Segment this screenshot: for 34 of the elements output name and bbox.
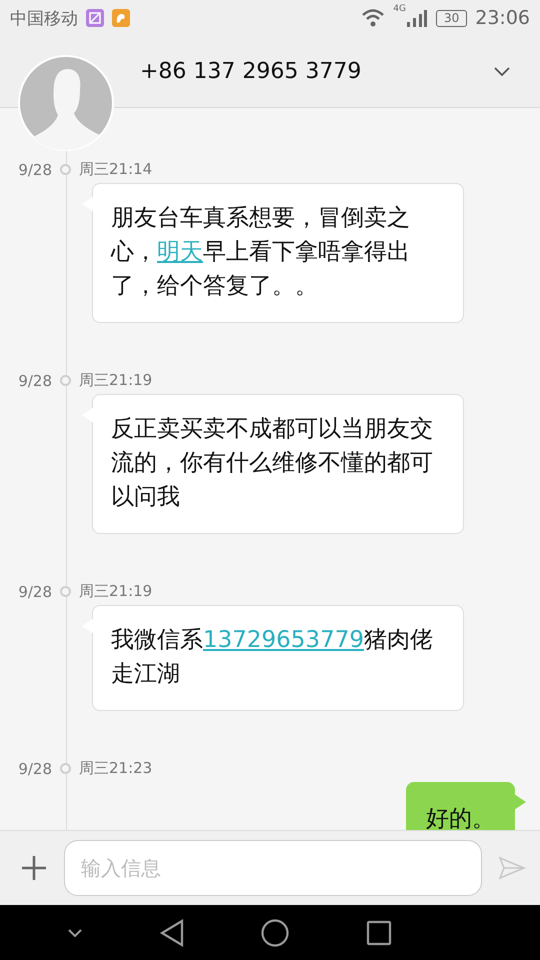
network-type: 4G xyxy=(393,4,406,14)
carrier-name: 中国移动 xyxy=(10,8,78,30)
timeline-dot xyxy=(60,375,71,386)
squirrel-icon xyxy=(112,9,130,27)
back-icon[interactable] xyxy=(158,918,185,946)
home-icon[interactable] xyxy=(261,918,290,946)
message-text: 我微信系13729653779猪肉佬走江湖 xyxy=(111,626,434,689)
message-time: 周三21:19 xyxy=(79,371,152,390)
message-text: 反正卖买卖不成都可以当朋友交流的，你有什么维修不懂的都可以问我 xyxy=(111,415,434,512)
recent-apps-icon[interactable] xyxy=(366,920,392,946)
battery-level: 30 xyxy=(436,10,468,26)
message-date: 9/28 xyxy=(17,372,52,390)
gallery-icon xyxy=(86,9,104,27)
message-text: 朋友台车真系想要，冒倒卖之心，明天早上看下拿唔拿得出了，给个答复了。。 xyxy=(111,204,411,301)
timeline-dot xyxy=(60,164,71,175)
contact-number: +86 137 2965 3779 xyxy=(140,59,362,84)
timeline-dot xyxy=(60,763,71,774)
message-date: 9/28 xyxy=(17,582,52,600)
message-input-field[interactable]: 输入信息 xyxy=(64,840,482,896)
message-time: 周三21:23 xyxy=(79,759,152,778)
message-time: 周三21:14 xyxy=(79,160,152,179)
chevron-down-icon[interactable] xyxy=(494,66,510,76)
clock-time: 23:06 xyxy=(475,7,530,29)
message-date: 9/28 xyxy=(17,760,52,778)
signal-icon xyxy=(406,8,428,28)
add-icon[interactable] xyxy=(20,854,48,882)
message-time: 周三21:19 xyxy=(79,582,152,601)
wifi-icon xyxy=(361,8,386,28)
message-link[interactable]: 明天 xyxy=(157,239,203,265)
message-text: 好的。 xyxy=(426,805,495,830)
chevron-down-icon[interactable] xyxy=(68,928,82,936)
timeline-dot xyxy=(60,586,71,597)
message-date: 9/28 xyxy=(17,160,52,178)
message-link[interactable]: 13729653779 xyxy=(203,627,364,653)
